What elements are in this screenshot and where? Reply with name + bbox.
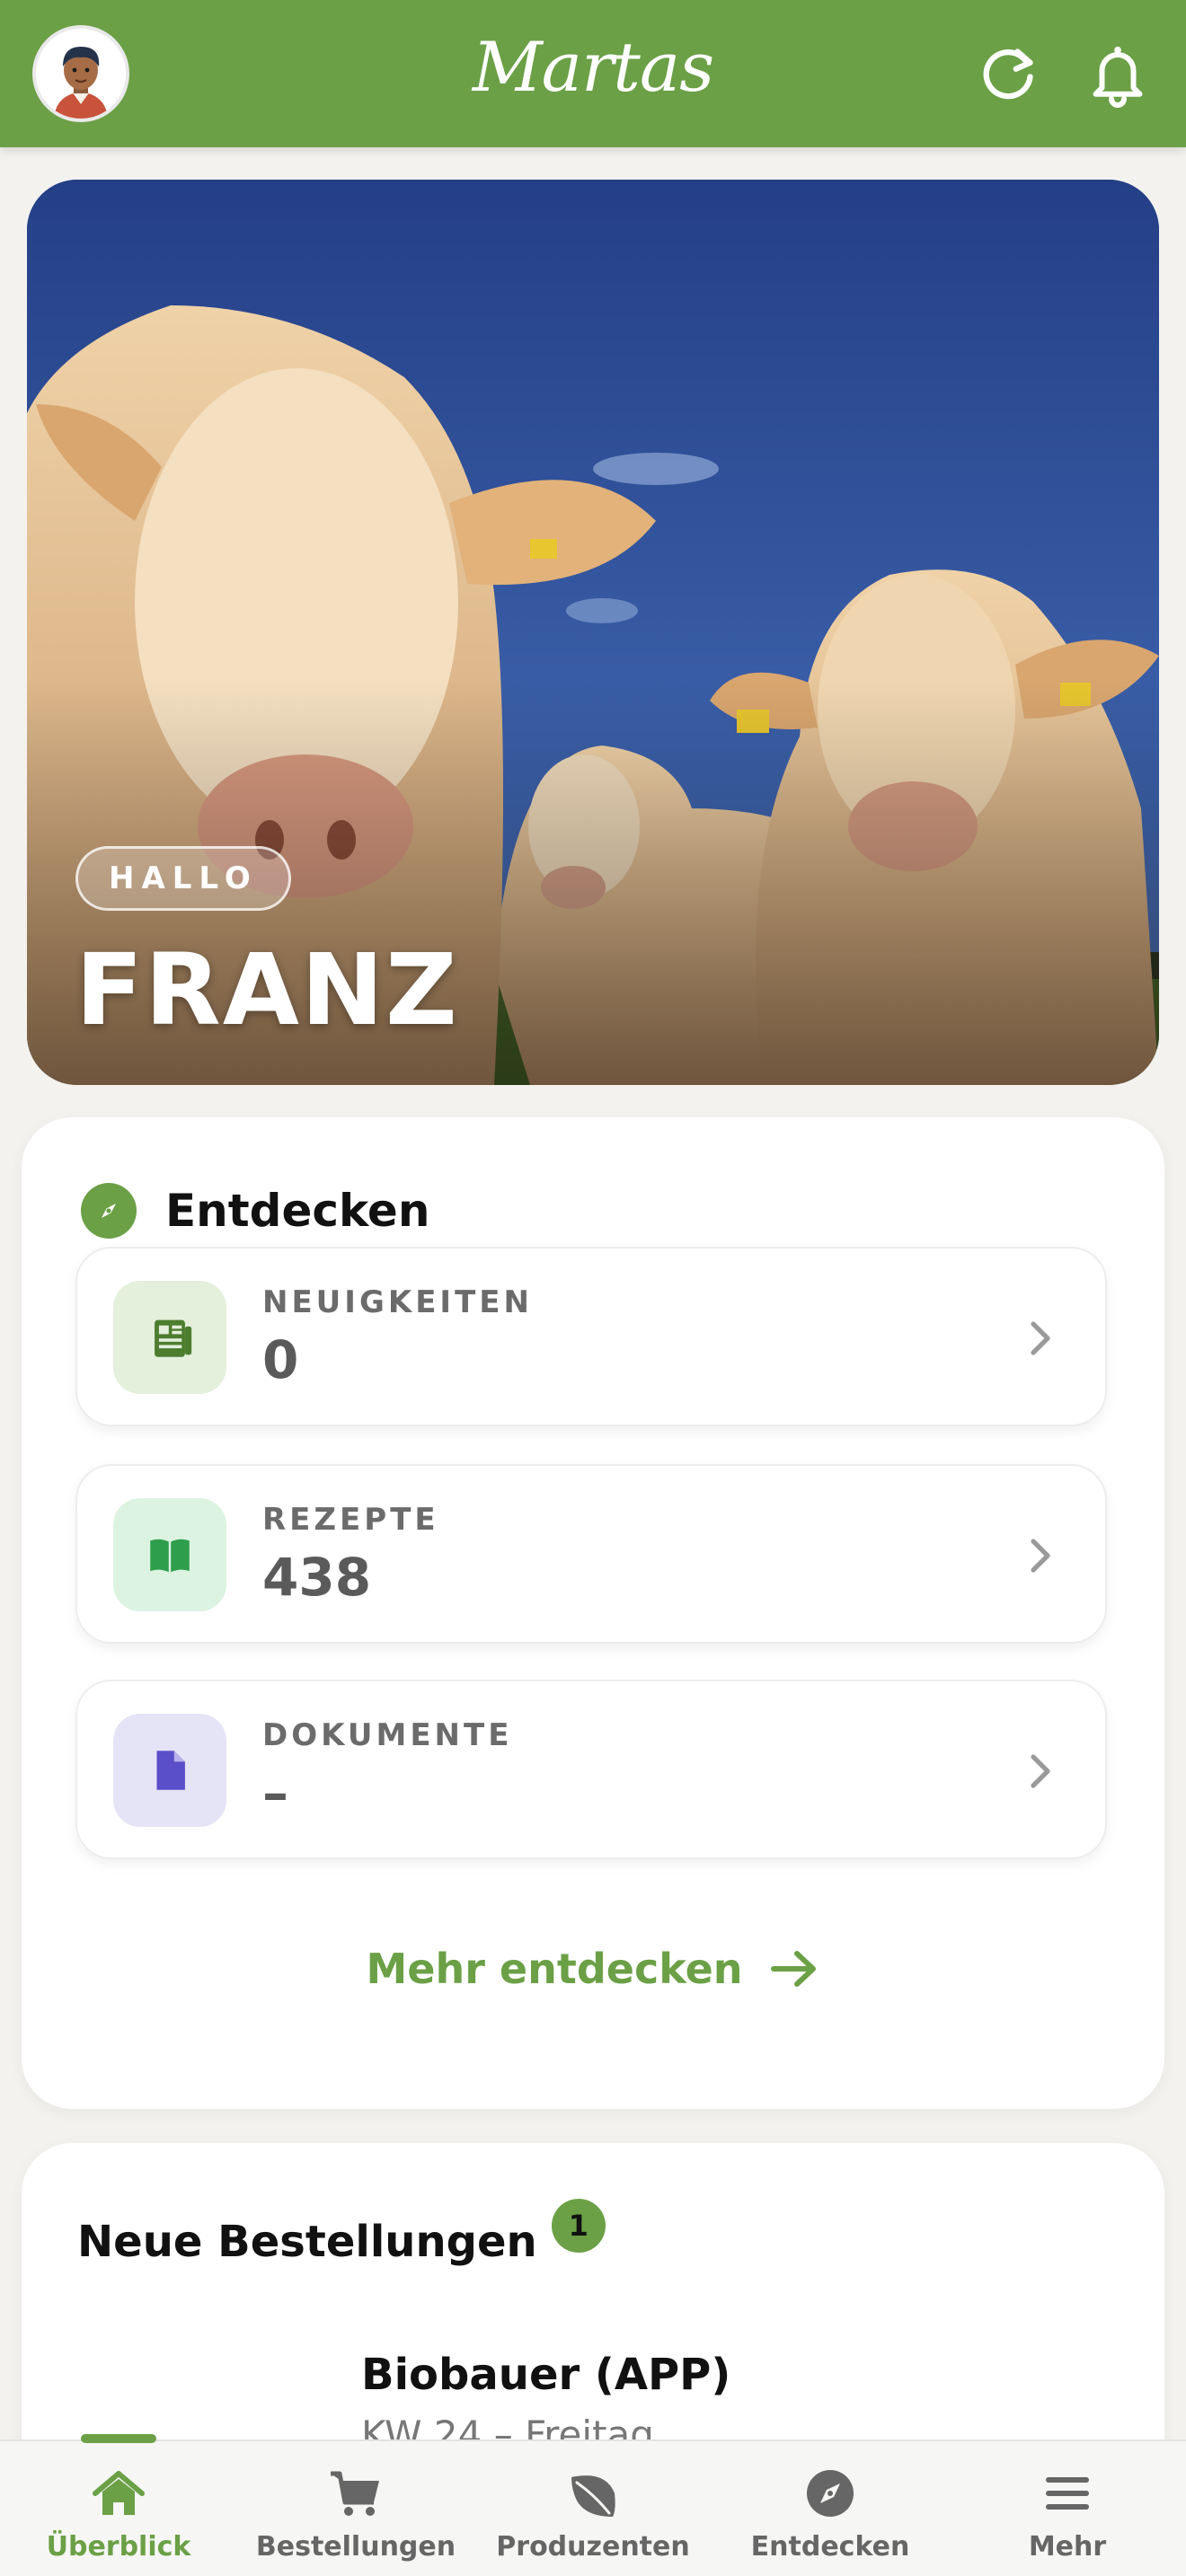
greeting-badge: HALLO [75,846,291,911]
orders-header: Neue Bestellungen 1 [77,2197,606,2287]
nav-discover[interactable]: Entdecken [712,2441,949,2576]
order-producer-name[interactable]: Biobauer (APP) [361,2350,730,2400]
compass-icon [81,1183,137,1239]
discover-header: Entdecken [81,1177,429,1245]
discover-row-news[interactable]: NEUIGKEITEN 0 [75,1247,1107,1426]
refresh-icon[interactable] [970,36,1046,111]
cart-icon [331,2471,379,2516]
chevron-right-icon [1022,1750,1058,1793]
user-name: FRANZ [75,932,459,1047]
arrow-right-icon [770,1951,816,1987]
user-avatar[interactable] [32,25,129,122]
recipes-label: REZEPTE [262,1502,439,1538]
menu-icon [1046,2477,1089,2510]
orders-count-badge: 1 [551,2199,606,2253]
bell-icon[interactable] [1080,36,1155,111]
discover-card: Entdecken NEUIGKEITEN 0 REZEPTE 438 DOKU… [22,1117,1164,2109]
nav-more[interactable]: Mehr [949,2441,1186,2576]
chevron-right-icon [1022,1317,1058,1360]
discover-title: Entdecken [165,1185,430,1237]
news-count: 0 [262,1329,299,1390]
home-icon [93,2471,145,2515]
compass-icon [807,2470,854,2517]
nav-overview[interactable]: Überblick [0,2434,237,2576]
documents-label: DOKUMENTE [262,1717,513,1753]
document-icon [113,1714,226,1827]
hero-banner: HALLO FRANZ [27,180,1159,1085]
nav-label: Produzenten [496,2531,690,2563]
nav-label: Mehr [1028,2531,1107,2563]
more-discover-link[interactable]: Mehr entdecken [22,1933,1164,2005]
nav-label: Entdecken [750,2531,910,2563]
newspaper-icon [113,1281,226,1394]
nav-orders[interactable]: Bestellungen [237,2441,474,2576]
discover-row-documents[interactable]: DOKUMENTE – [75,1680,1107,1859]
documents-count: – [262,1762,288,1823]
nav-label: Bestellungen [255,2531,456,2563]
orders-title: Neue Bestellungen [77,2217,537,2267]
recipes-count: 438 [262,1547,372,1608]
nav-label: Überblick [46,2531,191,2563]
book-icon [113,1498,226,1611]
active-indicator [81,2434,156,2443]
nav-producers[interactable]: Produzenten [474,2441,712,2576]
news-label: NEUIGKEITEN [262,1284,533,1320]
brand-logo: Martas [472,27,714,107]
app-header: Martas [0,0,1186,147]
discover-row-recipes[interactable]: REZEPTE 438 [75,1464,1107,1644]
more-discover-label: Mehr entdecken [366,1945,743,1993]
bottom-navigation: Überblick Bestellungen Produzenten Entde… [0,2434,1186,2576]
leaf-icon [571,2475,615,2517]
chevron-right-icon [1022,1534,1058,1577]
